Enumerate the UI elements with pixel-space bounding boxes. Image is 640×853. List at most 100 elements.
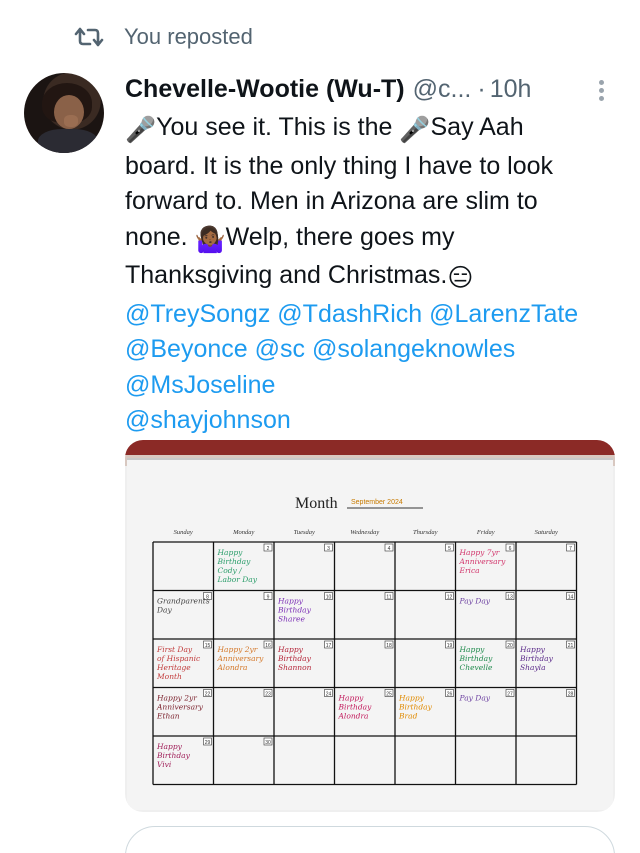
repost-indicator: You reposted xyxy=(74,22,253,52)
day-number: 16 xyxy=(265,643,271,649)
day-number: 3 xyxy=(327,546,330,552)
mention-link[interactable]: @MsJoseline xyxy=(125,371,275,399)
calendar-entry-text: Happy 2yr xyxy=(217,645,258,654)
expressionless-emoji: 😑 xyxy=(447,264,474,292)
day-number: 22 xyxy=(205,692,211,698)
day-number: 7 xyxy=(569,546,572,552)
weekday-label: Monday xyxy=(232,529,254,536)
mention-link[interactable]: @TreySongz xyxy=(125,300,270,328)
weekday-label: Tuesday xyxy=(294,529,315,536)
weekday-label: Saturday xyxy=(535,529,558,536)
calendar-entry-text: Birthday xyxy=(338,703,373,712)
author-handle[interactable]: @c... xyxy=(413,75,472,104)
calendar-entry-text: Brad xyxy=(398,712,418,721)
calendar-entry-text: Birthday xyxy=(156,751,191,760)
repost-label: You reposted xyxy=(124,24,253,49)
microphone-emoji: 🎤 xyxy=(399,116,431,144)
day-number: 28 xyxy=(568,692,574,698)
day-number: 19 xyxy=(447,643,453,649)
calendar-entry-text: Chevelle xyxy=(460,663,493,672)
tweet-line: forward to. Men in Arizona are slim to xyxy=(125,187,538,215)
calendar-entry-text: Happy xyxy=(277,645,304,654)
calendar-entry-text: of Hispanic xyxy=(157,654,201,663)
day-number: 17 xyxy=(326,643,332,649)
calendar-entry-text: Heritage xyxy=(156,663,191,672)
calendar-entry-text: Birthday xyxy=(459,654,494,663)
calendar-entry-text: Anniversary xyxy=(459,557,507,566)
day-number: 5 xyxy=(448,546,451,552)
tweet-line: Thanksgiving and Christmas.😑 xyxy=(125,258,615,297)
calendar-drawing: Month September 2024 Sunday Monday Tuesday We… xyxy=(152,495,578,786)
shrug-emoji: 🤷🏾‍♀️ xyxy=(194,225,226,254)
tweet-text: 🎤You see it. This is the 🎤Say Aah board.… xyxy=(125,110,615,439)
more-options-icon[interactable] xyxy=(596,78,606,104)
calendar-entry-text: Birthday xyxy=(398,703,433,712)
calendar-entry-text: Vivi xyxy=(157,760,172,769)
calendar-month-value: September 2024 xyxy=(351,499,403,506)
mention-line: @TreySongz @TdashRich @LarenzTate xyxy=(125,297,615,333)
calendar-entry-text: Shannon xyxy=(278,663,312,672)
day-number: 30 xyxy=(265,740,271,746)
mention-link[interactable]: @Beyonce xyxy=(125,335,248,363)
calendar-entry-text: Labor Day xyxy=(217,575,258,584)
weekday-label: Sunday xyxy=(174,529,193,536)
weekday-label: Wednesday xyxy=(350,529,379,536)
day-number: 14 xyxy=(568,595,574,601)
calendar-entry-text: Happy xyxy=(277,597,304,606)
mention-link[interactable]: @TdashRich xyxy=(277,300,422,328)
tweet-timestamp[interactable]: 10h xyxy=(490,75,532,104)
day-number: 25 xyxy=(386,692,392,698)
day-number: 10 xyxy=(326,595,332,601)
calendar-entry-text: Grandparents xyxy=(157,597,210,606)
calendar-entry-text: Happy 2yr xyxy=(156,694,197,703)
day-number: 29 xyxy=(205,740,211,746)
calendar-entry-text: Happy xyxy=(217,548,244,557)
calendar-entry-text: Happy 7yr xyxy=(459,548,500,557)
repost-icon xyxy=(74,27,104,47)
day-number: 12 xyxy=(447,595,453,601)
tweet-media-image[interactable]: Month September 2024 Sunday Monday Tuesday We… xyxy=(125,440,615,812)
calendar-entry-text: Pay Day xyxy=(459,694,491,703)
calendar-entry-text: Birthday xyxy=(519,654,554,663)
calendar-entry-text: Birthday xyxy=(277,606,312,615)
avatar[interactable] xyxy=(24,73,104,153)
day-number: 27 xyxy=(507,692,513,698)
mention-link[interactable]: @solangeknowles xyxy=(312,335,515,363)
mention-line: @Beyonce @sc @solangeknowles xyxy=(125,332,615,368)
day-number: 6 xyxy=(509,546,512,552)
calendar-entry-text: Sharee xyxy=(278,615,305,624)
day-number: 18 xyxy=(386,643,392,649)
day-number: 23 xyxy=(265,692,271,698)
calendar-month-label: Month xyxy=(295,495,338,512)
calendar-entry-text: Anniversary xyxy=(156,703,204,712)
calendar-entry-text: Month xyxy=(156,672,182,681)
microphone-emoji: 🎤 xyxy=(125,116,157,144)
day-number: 15 xyxy=(205,643,211,649)
calendar-entry-text: Erica xyxy=(459,566,480,575)
mention-link[interactable]: @shayjohnson xyxy=(125,406,291,434)
calendar-entry-text: Happy xyxy=(519,645,546,654)
calendar-entry-text: Happy xyxy=(338,694,365,703)
mention-line: @MsJoseline xyxy=(125,368,615,404)
reply-bar[interactable] xyxy=(125,826,615,853)
calendar-entry-text: Cody / xyxy=(218,566,244,575)
calendar-entry-text: Pay Day xyxy=(459,597,491,606)
calendar-entry-text: Birthday xyxy=(277,654,312,663)
author-display-name[interactable]: Chevelle-Wootie (Wu-T) xyxy=(125,75,405,104)
calendar-entry-text: Happy xyxy=(398,694,425,703)
mention-link[interactable]: @sc xyxy=(255,335,305,363)
calendar-whiteboard: Month September 2024 Sunday Monday Tuesday We… xyxy=(127,458,613,810)
day-number: 20 xyxy=(507,643,513,649)
tweet-line: board. It is the only thing I have to lo… xyxy=(125,151,554,180)
calendar-entry-text: Happy xyxy=(156,742,183,751)
calendar-entry-text: Day xyxy=(156,606,172,615)
tweet-line: 🎤You see it. This is the 🎤Say Aah xyxy=(125,110,615,149)
day-number: 21 xyxy=(568,643,574,649)
calendar-entry-text: Alondra xyxy=(338,712,369,721)
calendar-entry-text: Happy xyxy=(459,645,486,654)
weekday-label: Thursday xyxy=(413,529,438,536)
day-number: 24 xyxy=(326,692,332,698)
day-number: 11 xyxy=(386,595,391,601)
mention-link[interactable]: @LarenzTate xyxy=(429,300,578,328)
calendar-entry-text: Alondra xyxy=(217,663,248,672)
